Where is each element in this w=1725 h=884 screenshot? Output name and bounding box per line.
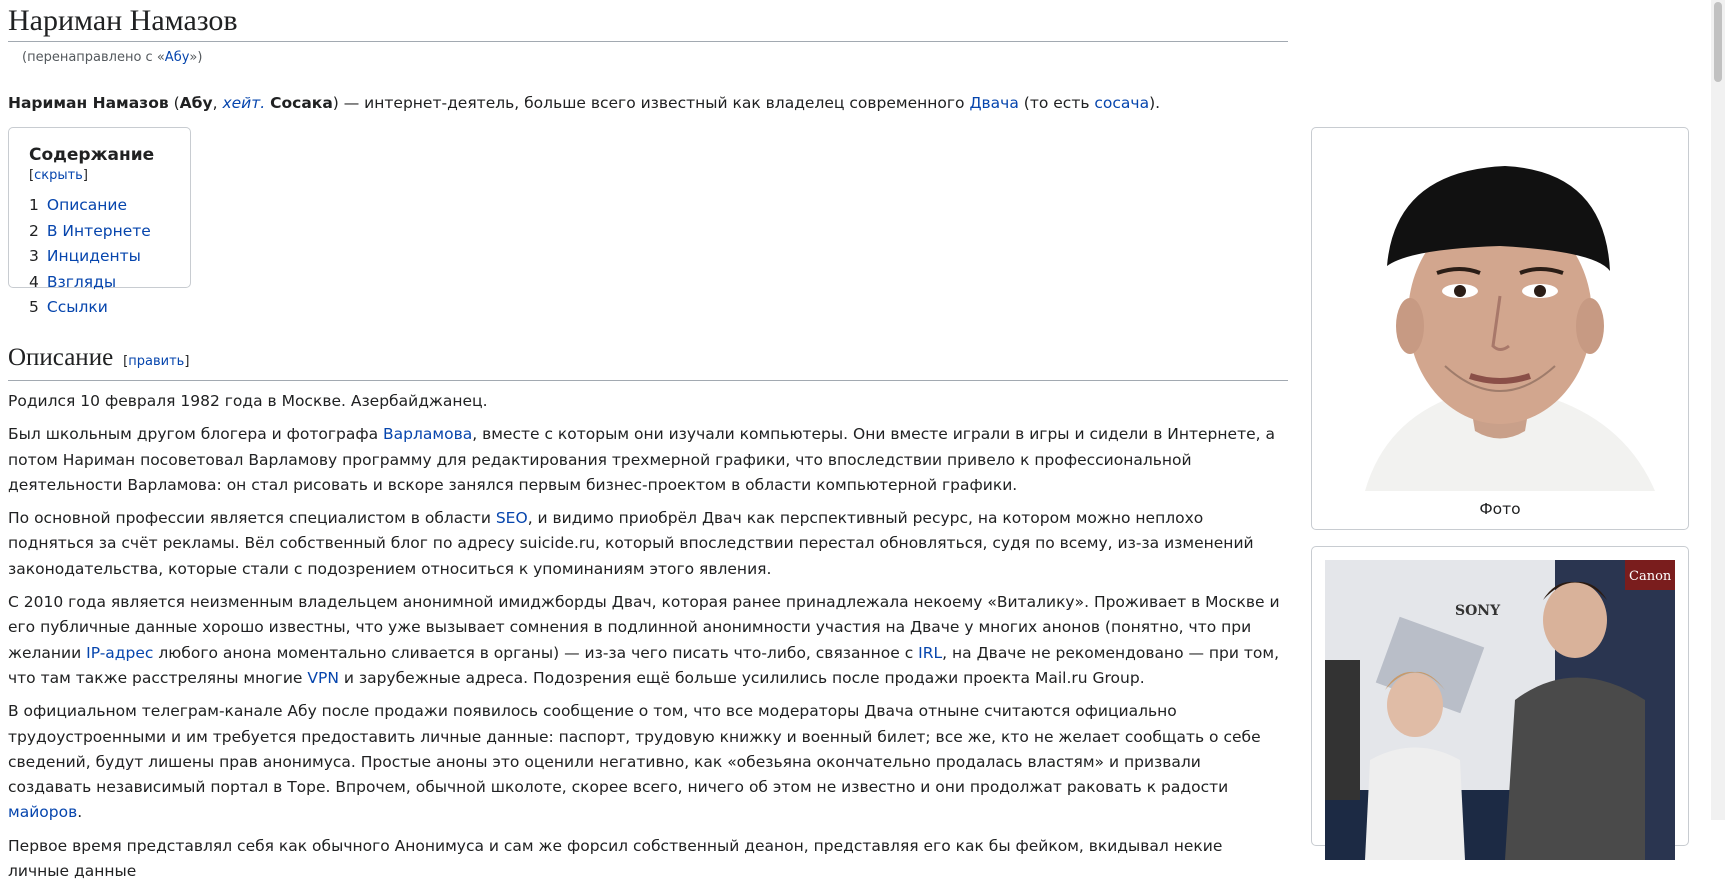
scrollbar[interactable]: [1711, 0, 1725, 820]
toc-header: Содержание [скрыть]: [29, 145, 170, 183]
toc-toggle: [скрыть]: [29, 168, 88, 183]
lead-paragraph: Нариман Намазов (Абу, хейт. Сосака) — ин…: [8, 92, 1288, 114]
section-description: Описание [править] Родился 10 февраля 198…: [8, 343, 1288, 884]
link-vpn[interactable]: VPN: [307, 669, 339, 687]
toc-hide-link[interactable]: скрыть: [34, 168, 83, 183]
portrait-image[interactable]: [1325, 141, 1675, 491]
lead-alias-abu: Абу: [179, 94, 213, 112]
scrollbar-thumb[interactable]: [1714, 2, 1722, 82]
toc-item-link[interactable]: Ссылки: [47, 298, 108, 316]
toc-item-number: 1: [29, 196, 39, 214]
toc-item[interactable]: 1 Описание: [29, 193, 170, 219]
toc-list: 1 Описание 2 В Интернете 3 Инциденты 4 Взгля…: [29, 193, 170, 321]
paragraph-text: любого анона моментально сливается в орг…: [153, 643, 919, 662]
lead-sep: ,: [212, 94, 223, 112]
section-edit-link[interactable]: править: [128, 354, 184, 369]
lead-name: Нариман Намазов: [8, 94, 169, 112]
paragraph-text: В официальном телеграм-канале Абу после …: [8, 702, 1261, 797]
link-ip-address[interactable]: IP-адрес: [86, 644, 153, 662]
sony-sign: SONY: [1455, 603, 1501, 619]
paragraph-text: и зарубежные адреса. Подозрения ещё боль…: [338, 668, 1145, 687]
link-majors[interactable]: майоров: [8, 803, 77, 821]
canon-sign: Canon: [1629, 569, 1672, 584]
redirect-notice: (перенаправлено с «Абу»): [22, 50, 1288, 65]
lead-link-hate[interactable]: хейт.: [222, 94, 265, 112]
paragraph-text: Был школьным другом блогера и фотографа: [8, 425, 384, 444]
toc-item-link[interactable]: В Интернете: [47, 222, 151, 240]
toc-item-link[interactable]: Инциденты: [47, 247, 141, 265]
toc-item-link[interactable]: Описание: [47, 196, 127, 214]
section-heading: Описание [править]: [8, 343, 1288, 381]
paragraph-anonymous: Первое время представлял себя как обычно…: [8, 836, 1223, 881]
redirect-link[interactable]: Абу: [165, 50, 190, 65]
lead-link-dvach[interactable]: Двача: [969, 94, 1018, 112]
toc-item-number: 3: [29, 247, 39, 265]
lead-text-1: (: [168, 94, 180, 112]
lead-text-2: ) — интернет-деятель, больше всего извес…: [332, 94, 970, 112]
toc-item-number: 5: [29, 298, 39, 316]
paragraph-birth: Родился 10 февраля 1982 года в Москве. А…: [8, 392, 488, 410]
toc-item-number: 2: [29, 221, 39, 240]
lead-alias-sosaka: Сосака: [270, 94, 333, 112]
section-edit: [править]: [123, 354, 189, 369]
paragraph-text: .: [77, 803, 83, 822]
toc-item-number: 4: [29, 272, 39, 291]
toc-item-link[interactable]: Взгляды: [47, 273, 116, 291]
toc-item[interactable]: 2 В Интернете: [29, 219, 170, 245]
paragraph-varlamov: Был школьным другом блогера и фотографа …: [8, 422, 1288, 498]
article-content: Нариман Намазов (перенаправлено с «Абу»)…: [8, 0, 1288, 880]
redirect-suffix: »): [189, 50, 203, 65]
lead-text-3: (то есть: [1018, 94, 1095, 112]
portrait-illustration: [1325, 141, 1675, 491]
lead-link-sosach[interactable]: сосача: [1094, 94, 1149, 112]
toc-item[interactable]: 3 Инциденты: [29, 244, 170, 270]
page-title: Нариман Намазов: [8, 0, 1288, 42]
link-seo[interactable]: SEO: [496, 509, 528, 527]
photo-caption: Фото: [1479, 500, 1521, 518]
toc-item[interactable]: 4 Взгляды: [29, 270, 170, 296]
link-irl[interactable]: IRL: [918, 644, 942, 662]
toc-bracket-close: ]: [82, 168, 88, 183]
redirect-prefix: (перенаправлено с «: [22, 50, 165, 65]
paragraph-dvach-owner: С 2010 года является неизменным владельц…: [8, 590, 1288, 691]
link-varlamov[interactable]: Варламова: [383, 425, 472, 443]
paragraph-text: По основной профессии является специалис…: [8, 509, 496, 528]
lead-text-4: ).: [1149, 94, 1161, 112]
toc-title: Содержание: [29, 145, 155, 165]
infobox-photo: Фото: [1311, 127, 1689, 530]
paragraph-telegram: В официальном телеграм-канале Абу после …: [8, 699, 1288, 825]
section-heading-text: Описание: [8, 344, 114, 371]
paragraph-seo: По основной профессии является специалис…: [8, 506, 1288, 582]
table-of-contents: Содержание [скрыть] 1 Описание 2 В Интерне…: [8, 127, 191, 316]
infobox-photo-2: Canon SONY: [1311, 546, 1689, 860]
edit-bracket-close: ]: [184, 354, 190, 369]
group-photo[interactable]: Canon SONY: [1325, 560, 1675, 860]
group-photo-illustration: Canon SONY: [1325, 560, 1675, 860]
toc-item[interactable]: 5 Ссылки: [29, 295, 170, 321]
